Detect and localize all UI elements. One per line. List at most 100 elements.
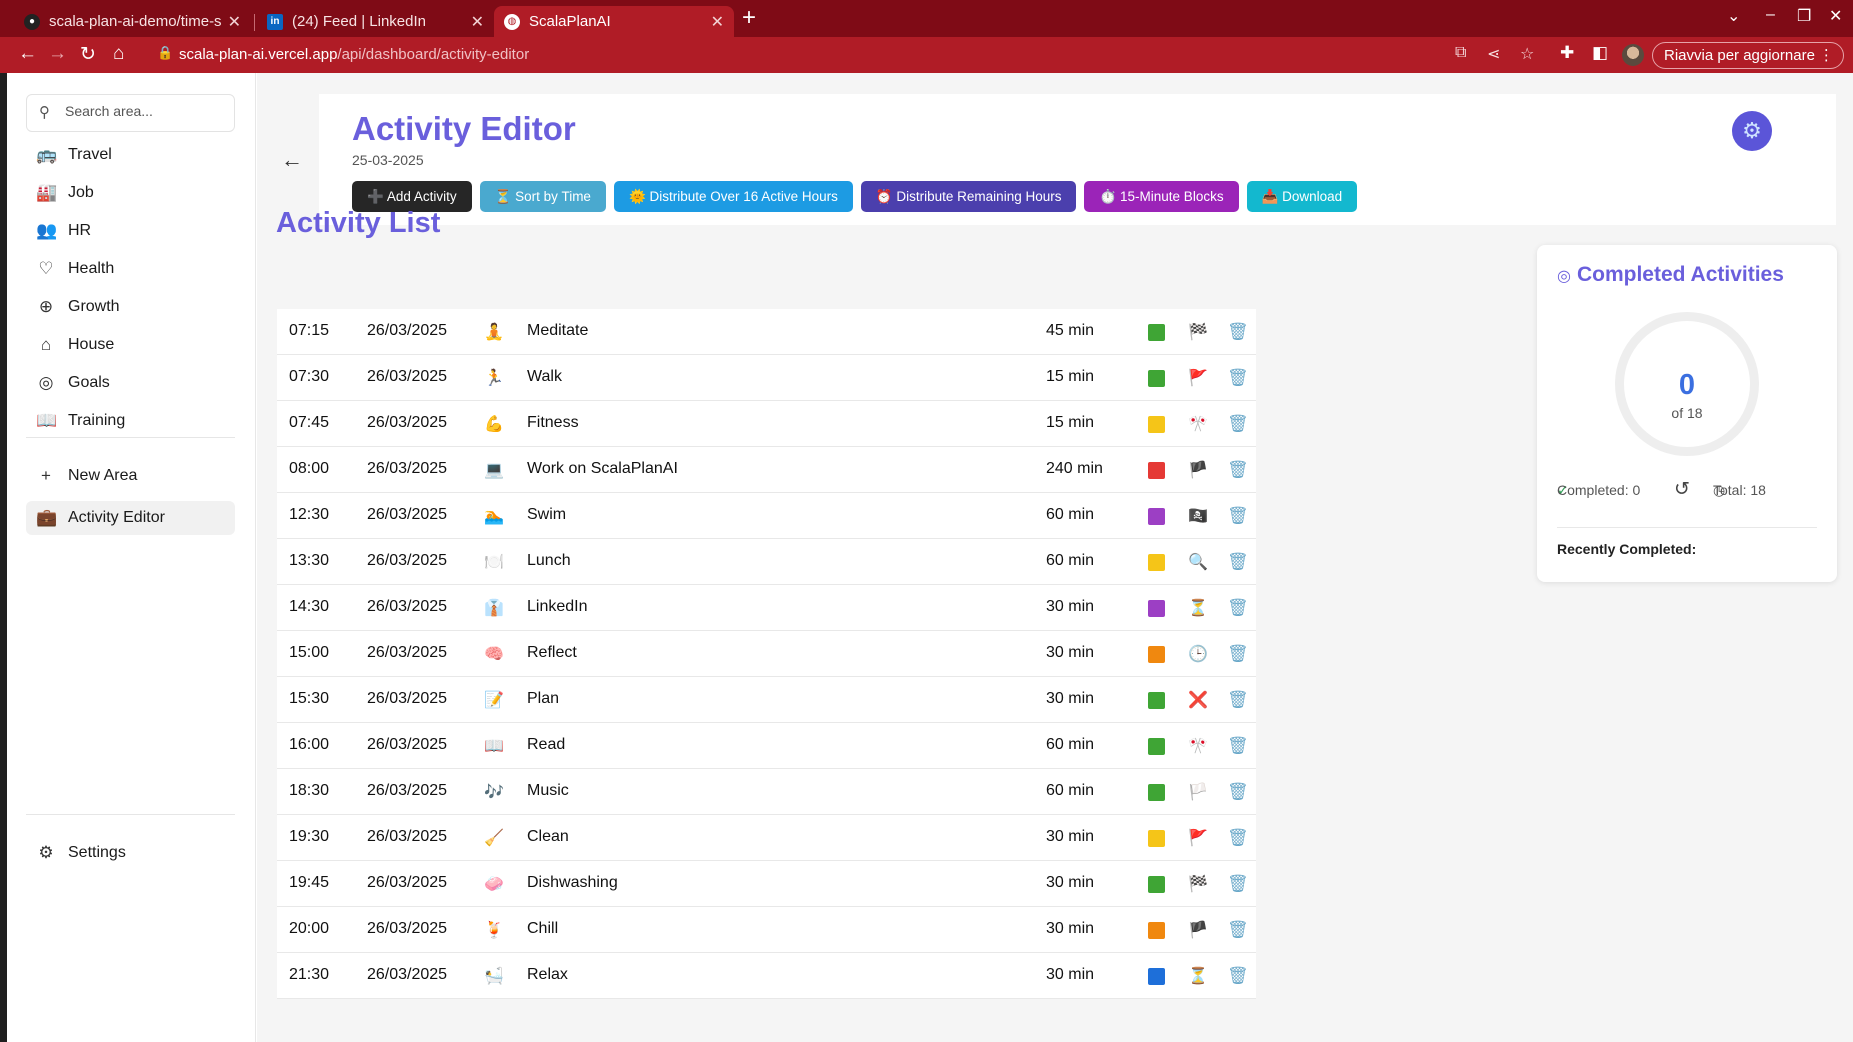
activity-duration[interactable]: 240 min: [1046, 460, 1103, 478]
activity-color-swatch[interactable]: [1148, 876, 1165, 893]
activity-emoji-icon[interactable]: 🧼: [484, 874, 504, 894]
activity-color-swatch[interactable]: [1148, 784, 1165, 801]
activity-date[interactable]: 26/03/2025: [367, 782, 447, 800]
activity-name[interactable]: Dishwashing: [527, 874, 618, 892]
activity-duration[interactable]: 60 min: [1046, 506, 1094, 524]
activity-date[interactable]: 26/03/2025: [367, 828, 447, 846]
activity-duration[interactable]: 60 min: [1046, 782, 1094, 800]
activity-flag-icon[interactable]: 🏳️: [1188, 782, 1208, 802]
sidebar-item-job[interactable]: 🏭 Job: [26, 174, 235, 212]
new-area-button[interactable]: + New Area: [26, 457, 235, 495]
activity-date[interactable]: 26/03/2025: [367, 506, 447, 524]
activity-duration[interactable]: 45 min: [1046, 322, 1094, 340]
delete-icon[interactable]: 🗑: [1227, 920, 1249, 940]
activity-color-swatch[interactable]: [1148, 738, 1165, 755]
activity-name[interactable]: LinkedIn: [527, 598, 588, 616]
distribute-remaining-hours-button[interactable]: ⏰ Distribute Remaining Hours: [860, 181, 1077, 212]
activity-name[interactable]: Meditate: [527, 322, 588, 340]
activity-emoji-icon[interactable]: 🍹: [484, 920, 504, 940]
activity-time[interactable]: 15:00: [289, 644, 329, 662]
sidebar-item-house[interactable]: ⌂ House: [26, 326, 235, 364]
profile-avatar[interactable]: [1622, 44, 1644, 66]
activity-name[interactable]: Music: [527, 782, 569, 800]
sidebar-item-health[interactable]: ♡ Health: [26, 250, 235, 288]
activity-emoji-icon[interactable]: 🛀: [484, 966, 504, 986]
activity-flag-icon[interactable]: 🏴‍☠️: [1188, 506, 1208, 526]
activity-color-swatch[interactable]: [1148, 508, 1165, 525]
activity-date[interactable]: 26/03/2025: [367, 414, 447, 432]
activity-date[interactable]: 26/03/2025: [367, 322, 447, 340]
activity-date[interactable]: 26/03/2025: [367, 460, 447, 478]
settings-gear-button[interactable]: ⚙: [1732, 111, 1772, 151]
bookmark-star-icon[interactable]: ☆: [1520, 44, 1534, 64]
activity-emoji-icon[interactable]: 🍽️: [484, 552, 504, 572]
sidebar-item-hr[interactable]: 👥 HR: [26, 212, 235, 250]
activity-color-swatch[interactable]: [1148, 646, 1165, 663]
activity-flag-icon[interactable]: ⏳: [1188, 598, 1208, 618]
activity-date[interactable]: 26/03/2025: [367, 598, 447, 616]
activity-duration[interactable]: 30 min: [1046, 828, 1094, 846]
activity-name[interactable]: Lunch: [527, 552, 571, 570]
activity-color-swatch[interactable]: [1148, 600, 1165, 617]
activity-time[interactable]: 15:30: [289, 690, 329, 708]
home-icon[interactable]: ⌂: [113, 43, 124, 65]
extensions-icon[interactable]: ✚: [1560, 43, 1574, 63]
activity-name[interactable]: Chill: [527, 920, 558, 938]
close-tab-icon[interactable]: ✕: [228, 12, 241, 32]
activity-flag-icon[interactable]: ❌: [1188, 690, 1208, 710]
close-window-icon[interactable]: ✕: [1829, 6, 1842, 26]
close-tab-icon[interactable]: ✕: [711, 12, 724, 32]
distribute-16-hours-button[interactable]: 🌞 Distribute Over 16 Active Hours: [613, 181, 853, 212]
activity-color-swatch[interactable]: [1148, 968, 1165, 985]
activity-flag-icon[interactable]: 🏁: [1188, 874, 1208, 894]
delete-icon[interactable]: 🗑: [1227, 552, 1249, 572]
delete-icon[interactable]: 🗑: [1227, 598, 1249, 618]
activity-emoji-icon[interactable]: 🧠: [484, 644, 504, 664]
activity-emoji-icon[interactable]: 👔: [484, 598, 504, 618]
activity-date[interactable]: 26/03/2025: [367, 966, 447, 984]
activity-duration[interactable]: 60 min: [1046, 736, 1094, 754]
delete-icon[interactable]: 🗑: [1227, 414, 1249, 434]
activity-flag-icon[interactable]: 🕒: [1188, 644, 1208, 664]
activity-duration[interactable]: 30 min: [1046, 966, 1094, 984]
activity-time[interactable]: 12:30: [289, 506, 329, 524]
activity-flag-icon[interactable]: ⏳: [1188, 966, 1208, 986]
activity-time[interactable]: 07:15: [289, 322, 329, 340]
browser-tab-github[interactable]: ● scala-plan-ai-demo/time-s ✕: [14, 6, 251, 37]
update-button[interactable]: Riavvia per aggiornare ⋮: [1652, 42, 1844, 69]
activity-time[interactable]: 19:45: [289, 874, 329, 892]
activity-duration[interactable]: 30 min: [1046, 690, 1094, 708]
activity-color-swatch[interactable]: [1148, 554, 1165, 571]
delete-icon[interactable]: 🗑: [1227, 736, 1249, 756]
sidebar-item-travel[interactable]: 🚌 Travel: [26, 136, 235, 174]
activity-name[interactable]: Plan: [527, 690, 559, 708]
sidebar-item-training[interactable]: 📖 Training: [26, 402, 235, 440]
activity-flag-icon[interactable]: 🔍: [1188, 552, 1208, 572]
activity-date[interactable]: 26/03/2025: [367, 920, 447, 938]
delete-icon[interactable]: 🗑: [1227, 506, 1249, 526]
activity-time[interactable]: 21:30: [289, 966, 329, 984]
activity-emoji-icon[interactable]: 🧘: [484, 322, 504, 342]
new-tab-icon[interactable]: +: [742, 4, 756, 32]
activity-duration[interactable]: 30 min: [1046, 920, 1094, 938]
activity-emoji-icon[interactable]: 📝: [484, 690, 504, 710]
activity-name[interactable]: Walk: [527, 368, 562, 386]
activity-emoji-icon[interactable]: 📖: [484, 736, 504, 756]
sidebar-item-goals[interactable]: ◎ Goals: [26, 364, 235, 402]
activity-flag-icon[interactable]: 🚩: [1188, 828, 1208, 848]
settings-button[interactable]: ⚙ Settings: [26, 834, 235, 872]
activity-time[interactable]: 16:00: [289, 736, 329, 754]
activity-time[interactable]: 07:30: [289, 368, 329, 386]
delete-icon[interactable]: 🗑: [1227, 690, 1249, 710]
activity-flag-icon[interactable]: 🏴: [1188, 460, 1208, 480]
sidebar-item-growth[interactable]: ⊕ Growth: [26, 288, 235, 326]
activity-date[interactable]: 26/03/2025: [367, 644, 447, 662]
delete-icon[interactable]: 🗑: [1227, 368, 1249, 388]
restore-icon[interactable]: ❐: [1797, 6, 1811, 26]
activity-name[interactable]: Swim: [527, 506, 566, 524]
activity-name[interactable]: Relax: [527, 966, 568, 984]
activity-emoji-icon[interactable]: 🎶: [484, 782, 504, 802]
activity-time[interactable]: 14:30: [289, 598, 329, 616]
activity-date[interactable]: 26/03/2025: [367, 552, 447, 570]
browser-tab-scalaplanai[interactable]: ◍ ScalaPlanAI ✕: [494, 6, 734, 37]
